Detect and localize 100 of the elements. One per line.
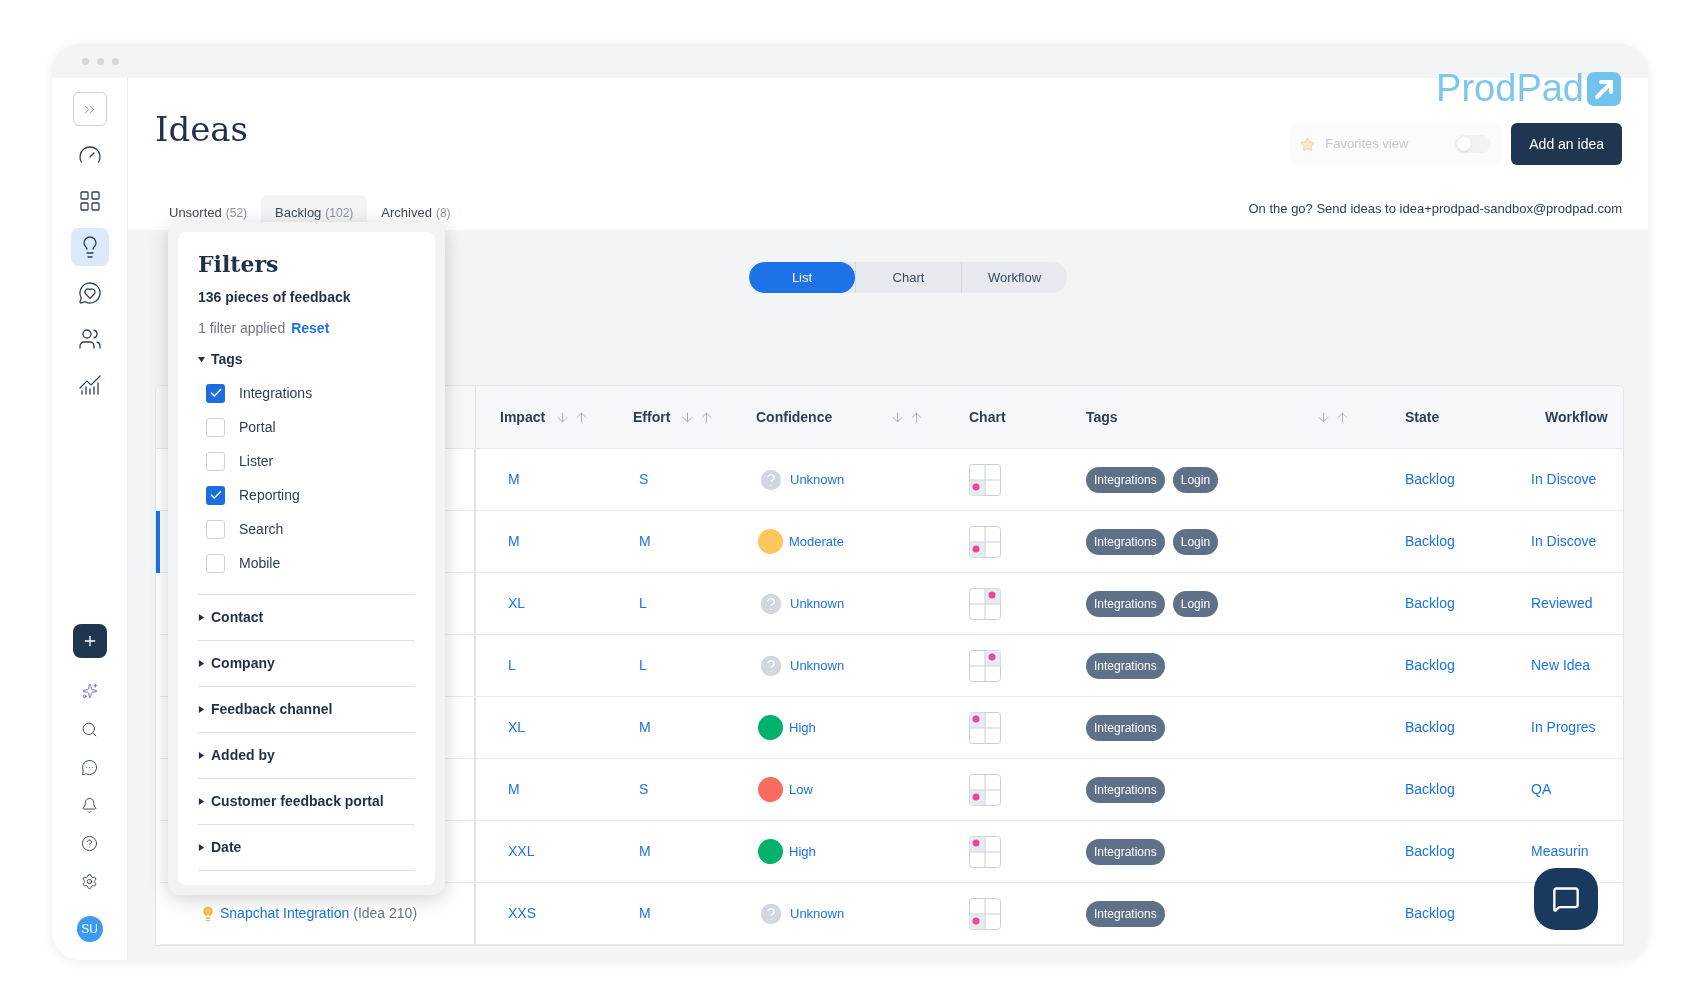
heart-speech-bubble-icon bbox=[77, 281, 102, 305]
filter-section-toggle[interactable]: Contact bbox=[198, 607, 264, 628]
tag-badge[interactable]: Integrations bbox=[1086, 652, 1165, 679]
email-note: On the go? Send ideas to idea+prodpad-sandbox@prodpad.com bbox=[1248, 199, 1622, 218]
state-link[interactable]: Backlog bbox=[1405, 781, 1455, 797]
impact-value[interactable]: M bbox=[508, 533, 520, 549]
bar-chart-icon bbox=[77, 373, 102, 397]
filter-section-toggle[interactable]: Company bbox=[198, 653, 275, 674]
people-icon bbox=[77, 327, 102, 351]
check-icon bbox=[208, 386, 223, 400]
effort-value[interactable]: S bbox=[639, 471, 649, 487]
tag-badge[interactable]: Login bbox=[1172, 590, 1219, 617]
effort-value[interactable]: M bbox=[639, 533, 651, 549]
effort-value[interactable]: L bbox=[639, 657, 647, 673]
impact-value[interactable]: L bbox=[508, 657, 516, 673]
sidebar-item[interactable] bbox=[70, 228, 109, 266]
chat-support-button[interactable] bbox=[1534, 868, 1598, 930]
reset-link[interactable]: Reset bbox=[291, 318, 330, 339]
caret-right-icon bbox=[198, 614, 205, 621]
sort-arrows-icon[interactable] bbox=[680, 409, 715, 425]
help-icon bbox=[81, 834, 98, 852]
impact-value[interactable]: XL bbox=[508, 595, 526, 611]
impact-value[interactable]: M bbox=[508, 471, 520, 487]
tag-badge[interactable]: Login bbox=[1172, 528, 1219, 555]
state-link[interactable]: Backlog bbox=[1405, 843, 1455, 859]
column-header: Confidence bbox=[756, 407, 834, 427]
state-link[interactable]: Backlog bbox=[1405, 595, 1455, 611]
checkbox[interactable] bbox=[206, 451, 225, 471]
confidence-value[interactable]: Unknown bbox=[790, 655, 845, 676]
workflow-link[interactable]: QA bbox=[1531, 781, 1552, 797]
state-link[interactable]: Backlog bbox=[1405, 533, 1455, 549]
filter-section-toggle[interactable]: Customer feedback portal bbox=[198, 791, 384, 812]
sort-arrows-icon[interactable] bbox=[890, 409, 924, 425]
add-idea-button[interactable]: Add an idea bbox=[1511, 123, 1622, 165]
sparkles-icon bbox=[81, 683, 98, 699]
confidence-value[interactable]: Low bbox=[789, 779, 813, 800]
tab[interactable]: Unsorted (52) bbox=[155, 195, 262, 230]
workflow-link[interactable]: Measurin bbox=[1531, 843, 1589, 859]
filters-applied-text: 1 filter applied bbox=[198, 319, 286, 338]
confidence-value[interactable]: High bbox=[789, 841, 816, 862]
tag-badge[interactable]: Login bbox=[1172, 466, 1219, 493]
tag-badge[interactable]: Integrations bbox=[1086, 900, 1165, 927]
checkbox[interactable] bbox=[206, 553, 225, 573]
add-button[interactable] bbox=[72, 624, 107, 658]
impact-value[interactable]: XXL bbox=[508, 843, 535, 859]
bell-icon bbox=[81, 796, 98, 814]
confidence-value[interactable]: Unknown bbox=[790, 593, 845, 614]
workflow-link[interactable]: New Idea bbox=[1531, 657, 1591, 673]
effort-value[interactable]: L bbox=[639, 595, 647, 611]
tag-badge[interactable]: Integrations bbox=[1086, 714, 1165, 741]
tag-badge[interactable]: Integrations bbox=[1086, 776, 1165, 803]
view-tab[interactable]: Workflow bbox=[961, 262, 1067, 293]
sort-arrows-icon[interactable] bbox=[555, 409, 590, 425]
confidence-value[interactable]: Unknown bbox=[790, 903, 845, 924]
tag-badge[interactable]: Integrations bbox=[1086, 590, 1165, 617]
filter-section-toggle[interactable]: Tags bbox=[198, 349, 243, 370]
tag-badge[interactable]: Integrations bbox=[1086, 466, 1165, 493]
view-tab[interactable]: Chart bbox=[855, 262, 961, 293]
check-icon bbox=[208, 488, 223, 502]
confidence-value[interactable]: Moderate bbox=[789, 531, 844, 552]
filter-section-toggle[interactable]: Feedback channel bbox=[198, 699, 333, 720]
state-link[interactable]: Backlog bbox=[1405, 719, 1455, 735]
tag-badge[interactable]: Integrations bbox=[1086, 528, 1165, 555]
effort-value[interactable]: M bbox=[639, 719, 651, 735]
view-tab[interactable]: List bbox=[749, 262, 855, 293]
favorites-switch[interactable] bbox=[1455, 135, 1492, 153]
confidence-value[interactable]: High bbox=[789, 717, 816, 738]
impact-value[interactable]: XXS bbox=[508, 905, 536, 921]
checkbox-label: Reporting bbox=[239, 485, 300, 505]
workflow-link[interactable]: In Discove bbox=[1531, 533, 1597, 549]
checkbox-label: Mobile bbox=[239, 553, 281, 573]
sort-arrows-icon[interactable] bbox=[1316, 409, 1350, 425]
tag-badge[interactable]: Integrations bbox=[1086, 838, 1165, 865]
workflow-link[interactable]: In Discove bbox=[1531, 471, 1597, 487]
state-link[interactable]: Backlog bbox=[1405, 905, 1455, 921]
state-link[interactable]: Backlog bbox=[1405, 471, 1455, 487]
tab[interactable]: Archived (8) bbox=[367, 195, 465, 230]
caret-right-icon bbox=[198, 752, 205, 759]
effort-value[interactable]: M bbox=[639, 843, 651, 859]
logo-text: ProdPad bbox=[1436, 66, 1584, 111]
chat-icon bbox=[81, 758, 98, 776]
workflow-link[interactable]: In Progres bbox=[1531, 719, 1596, 735]
checkbox[interactable] bbox=[206, 417, 225, 437]
filter-section-toggle[interactable]: Date bbox=[198, 837, 242, 858]
idea-link[interactable]: Snapchat Integration bbox=[220, 903, 350, 924]
user-avatar[interactable]: SU bbox=[76, 916, 103, 942]
impact-value[interactable]: M bbox=[508, 781, 520, 797]
effort-value[interactable]: M bbox=[639, 905, 651, 921]
confidence-value[interactable]: Unknown bbox=[790, 469, 845, 490]
state-link[interactable]: Backlog bbox=[1405, 657, 1455, 673]
filters-title: Filters bbox=[198, 250, 280, 279]
checkbox[interactable] bbox=[206, 383, 225, 403]
workflow-link[interactable]: Reviewed bbox=[1531, 595, 1593, 611]
caret-right-icon bbox=[198, 706, 205, 713]
checkbox[interactable] bbox=[206, 519, 225, 539]
column-header: Workflow bbox=[1545, 407, 1608, 427]
impact-value[interactable]: XL bbox=[508, 719, 526, 735]
checkbox[interactable] bbox=[206, 485, 225, 505]
lightbulb-icon bbox=[200, 905, 216, 922]
effort-value[interactable]: S bbox=[639, 781, 649, 797]
